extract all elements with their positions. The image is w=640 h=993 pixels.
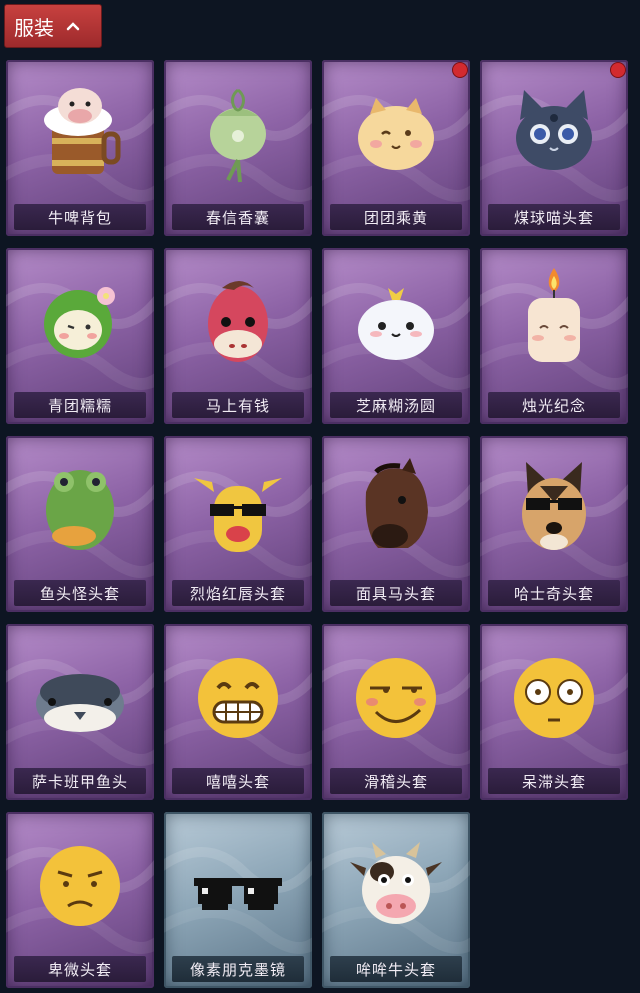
armored-fish-icon: [36, 674, 124, 732]
costume-card[interactable]: 萨卡班甲鱼头: [6, 624, 154, 800]
costume-label: 嘻嘻头套: [172, 768, 304, 794]
category-header-toggle[interactable]: 服装: [4, 4, 102, 48]
costume-label: 鱼头怪头套: [14, 580, 146, 606]
red-horse-icon: [208, 281, 268, 362]
costume-card[interactable]: 烛光纪念: [480, 248, 628, 424]
husky-mask-icon: [522, 462, 586, 550]
new-indicator-dot: [452, 62, 468, 78]
cat-bun-icon: [358, 98, 434, 170]
horse-mask-icon: [365, 458, 428, 548]
costume-label: 萨卡班甲鱼头: [14, 768, 146, 794]
costume-label: 卑微头套: [14, 956, 146, 982]
costume-label: 哈士奇头套: [488, 580, 620, 606]
costume-card[interactable]: 像素朋克墨镜: [164, 812, 312, 988]
costume-label: 煤球喵头套: [488, 204, 620, 230]
rice-ball-icon: [358, 288, 434, 360]
costume-label: 团团乘黄: [330, 204, 462, 230]
grin-emoji-icon: [198, 658, 278, 738]
costume-label: 呆滞头套: [488, 768, 620, 794]
costume-label: 哞哞牛头套: [330, 956, 462, 982]
pikachu-mask-icon: [194, 478, 282, 552]
costume-card[interactable]: 面具马头套: [322, 436, 470, 612]
stare-emoji-icon: [514, 658, 594, 738]
costume-card[interactable]: 嘻嘻头套: [164, 624, 312, 800]
costume-card[interactable]: 春信香囊: [164, 60, 312, 236]
costume-card[interactable]: 马上有钱: [164, 248, 312, 424]
costume-label: 烈焰红唇头套: [172, 580, 304, 606]
costume-label: 牛啤背包: [14, 204, 146, 230]
costume-card[interactable]: 哞哞牛头套: [322, 812, 470, 988]
chevron-up-icon: [66, 22, 80, 31]
costume-card[interactable]: 青团糯糯: [6, 248, 154, 424]
costume-card[interactable]: 煤球喵头套: [480, 60, 628, 236]
costume-card[interactable]: 鱼头怪头套: [6, 436, 154, 612]
costume-card[interactable]: 团团乘黄: [322, 60, 470, 236]
costume-label: 芝麻糊汤圆: [330, 392, 462, 418]
costume-card[interactable]: 牛啤背包: [6, 60, 154, 236]
costume-card[interactable]: 哈士奇头套: [480, 436, 628, 612]
costume-card[interactable]: 呆滞头套: [480, 624, 628, 800]
sachet-icon: [210, 88, 266, 183]
costume-card[interactable]: 烈焰红唇头套: [164, 436, 312, 612]
smirk-emoji-icon: [356, 658, 436, 738]
fish-head-icon: [46, 470, 114, 550]
costume-label: 面具马头套: [330, 580, 462, 606]
costume-label: 像素朋克墨镜: [172, 956, 304, 982]
costume-label: 春信香囊: [172, 204, 304, 230]
category-title: 服装: [14, 15, 54, 40]
costume-label: 烛光纪念: [488, 392, 620, 418]
costume-label: 马上有钱: [172, 392, 304, 418]
costume-grid: 牛啤背包 春信香囊 团团乘黄 煤球喵头套青团糯糯 马上有钱 芝麻糊汤圆 烛光纪念鱼头怪头套烈…: [6, 60, 628, 988]
humble-emoji-icon: [40, 846, 120, 926]
beer-mug-cow-icon: [44, 88, 121, 174]
pixel-sunglasses-icon: [194, 878, 282, 910]
new-indicator-dot: [610, 62, 626, 78]
candle-icon: [528, 268, 580, 362]
costume-card[interactable]: 卑微头套: [6, 812, 154, 988]
black-cat-mask-icon: [516, 90, 592, 170]
costume-label: 滑稽头套: [330, 768, 462, 794]
green-dumpling-icon: [44, 287, 115, 358]
costume-label: 青团糯糯: [14, 392, 146, 418]
costume-card[interactable]: 滑稽头套: [322, 624, 470, 800]
costume-card[interactable]: 芝麻糊汤圆: [322, 248, 470, 424]
cow-mask-icon: [350, 842, 442, 924]
